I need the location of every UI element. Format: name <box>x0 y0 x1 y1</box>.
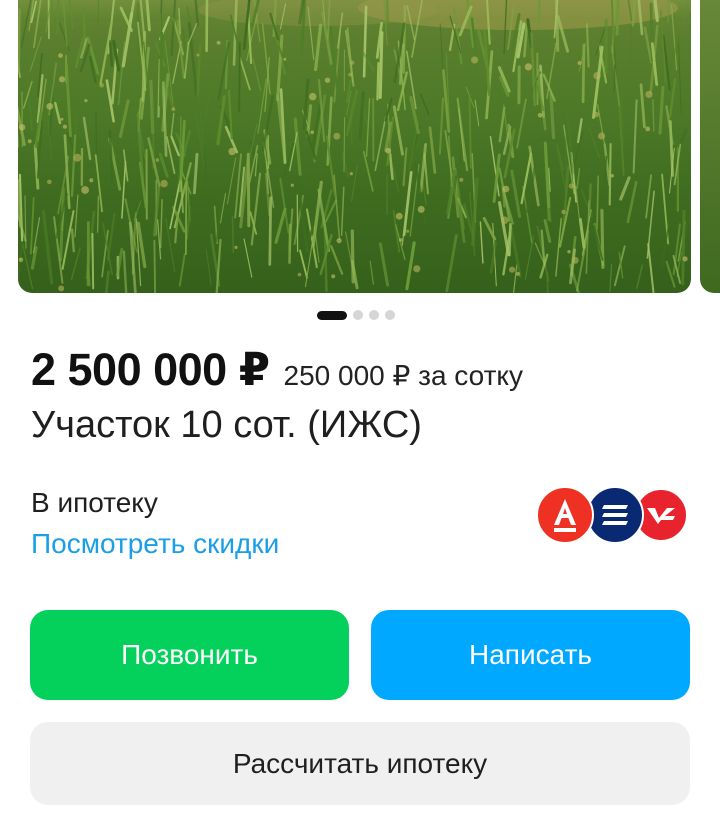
vtb-logo <box>586 486 644 544</box>
call-button[interactable]: Позвонить <box>30 610 349 700</box>
price-row: 2 500 000 ₽ 250 000 ₽ за сотку <box>31 343 523 396</box>
alfa-bank-logo <box>536 486 594 544</box>
price-per-unit: 250 000 ₽ за сотку <box>283 360 523 391</box>
listing-photo[interactable] <box>18 0 691 293</box>
listing-title: Участок 10 сот. (ИЖС) <box>31 404 422 446</box>
pagination-dot <box>369 310 379 320</box>
pagination-dot <box>353 310 363 320</box>
psb-mark-icon <box>647 508 675 524</box>
calculate-mortgage-button[interactable]: Рассчитать ипотеку <box>30 722 690 805</box>
carousel-pagination <box>317 310 395 320</box>
alfa-a-icon <box>554 499 576 532</box>
vtb-stripes-icon <box>602 505 628 525</box>
pagination-dot <box>385 310 395 320</box>
write-message-button[interactable]: Написать <box>371 610 690 700</box>
next-photo-preview[interactable] <box>700 0 720 293</box>
listing-screen: 2 500 000 ₽ 250 000 ₽ за сотку Участок 1… <box>0 0 720 825</box>
listing-price: 2 500 000 ₽ <box>31 344 270 395</box>
partner-banks[interactable] <box>536 486 688 546</box>
grass-field-image <box>18 0 691 293</box>
pagination-dot-active <box>317 310 347 320</box>
photo-carousel[interactable] <box>0 0 720 296</box>
mortgage-label: В ипотеку <box>31 487 158 518</box>
view-discounts-link[interactable]: Посмотреть скидки <box>31 528 279 560</box>
